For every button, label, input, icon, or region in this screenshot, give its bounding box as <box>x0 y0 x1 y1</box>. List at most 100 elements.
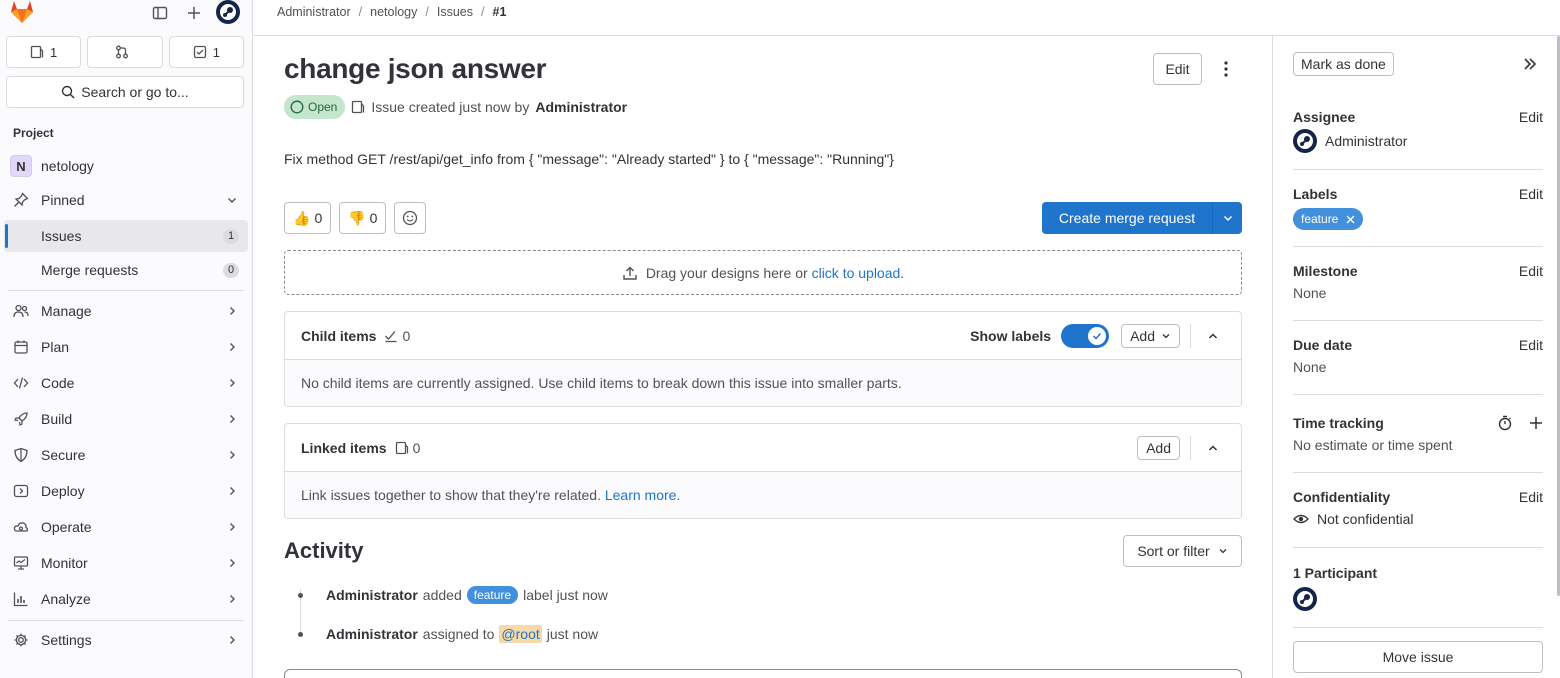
sidebar-item-label: Issues <box>41 228 82 244</box>
sidebar-item-build[interactable]: Build <box>4 403 248 435</box>
upload-link[interactable]: click to upload <box>812 265 901 281</box>
close-icon[interactable] <box>1346 215 1355 224</box>
add-reaction-button[interactable] <box>394 202 427 234</box>
sidebar-item-manage[interactable]: Manage <box>4 295 248 327</box>
breadcrumb-item[interactable]: Issues <box>437 5 473 19</box>
child-items-count: 0 <box>384 328 410 344</box>
chart-icon <box>12 591 30 607</box>
sidebar-item-settings[interactable]: Settings <box>4 624 248 656</box>
sidebar-toggle-icon[interactable] <box>149 2 171 24</box>
issue-sidebar: Mark as done Assignee Edit Administrator … <box>1272 36 1560 678</box>
edit-milestone-button[interactable]: Edit <box>1519 263 1543 279</box>
divider <box>1293 320 1543 321</box>
code-icon <box>12 375 30 391</box>
plus-icon[interactable] <box>1529 416 1543 430</box>
assigned-issues-count: 1 <box>50 44 58 60</box>
sidebar-item-code[interactable]: Code <box>4 367 248 399</box>
comment-box[interactable] <box>284 669 1242 678</box>
sidebar-item-analyze[interactable]: Analyze <box>4 583 248 615</box>
sort-filter-label: Sort or filter <box>1137 543 1210 559</box>
issue-status-line: Open Issue created just now by Administr… <box>284 95 627 119</box>
chevron-down-icon <box>1161 331 1171 341</box>
sidebar-item-issues[interactable]: Issues 1 <box>4 220 248 252</box>
chevron-down-icon[interactable] <box>1212 202 1242 234</box>
sidebar-item-label: Operate <box>41 519 92 535</box>
edit-labels-button[interactable]: Edit <box>1519 186 1543 202</box>
move-issue-button[interactable]: Move issue <box>1293 641 1543 673</box>
participant-avatar[interactable] <box>1293 587 1317 611</box>
status-badge: Open <box>284 95 346 119</box>
thumbs-down-button[interactable]: 👎 0 <box>339 202 387 234</box>
activity-event: Administrator assigned to @root just now <box>326 625 598 643</box>
search-button[interactable]: Search or go to... <box>6 76 244 108</box>
author-link[interactable]: Administrator <box>535 99 627 115</box>
edit-button[interactable]: Edit <box>1153 53 1202 85</box>
milestone-value: None <box>1293 285 1327 301</box>
merge-requests-button[interactable] <box>87 36 163 68</box>
sidebar-item-monitor[interactable]: Monitor <box>4 547 248 579</box>
sidebar-item-label: Settings <box>41 632 92 648</box>
due-date-title: Due date <box>1293 337 1353 353</box>
chevron-up-icon[interactable] <box>1201 436 1225 460</box>
create-merge-request-group: Create merge request <box>1042 202 1242 234</box>
confidentiality-section: Confidentiality Edit Not confidential <box>1293 489 1543 527</box>
open-status-icon <box>290 100 304 114</box>
top-bar: Administrator / netology / Issues / #1 <box>254 0 1560 36</box>
breadcrumb-current[interactable]: #1 <box>493 5 507 19</box>
thumbs-up-button[interactable]: 👍 0 <box>284 202 332 234</box>
created-text: Issue created just now by <box>371 99 530 115</box>
show-labels-toggle[interactable] <box>1061 323 1110 348</box>
design-dropzone[interactable]: Drag your designs here or click to uploa… <box>284 250 1242 295</box>
deploy-icon <box>12 483 30 499</box>
assignee-title: Assignee <box>1293 109 1356 125</box>
user-avatar[interactable] <box>216 0 240 24</box>
assignee-name[interactable]: Administrator <box>1325 133 1407 149</box>
sidebar-item-secure[interactable]: Secure <box>4 439 248 471</box>
chevron-right-icon <box>226 413 238 425</box>
assignee-avatar[interactable] <box>1293 129 1317 153</box>
create-new-icon[interactable] <box>183 2 205 24</box>
pinned-label: Pinned <box>41 192 85 208</box>
edit-confidentiality-button[interactable]: Edit <box>1519 489 1543 505</box>
sidebar-item-merge-requests[interactable]: Merge requests 0 <box>4 254 248 286</box>
breadcrumb-item[interactable]: Administrator <box>277 5 351 19</box>
stopwatch-icon[interactable] <box>1497 415 1513 431</box>
add-child-button[interactable]: Add <box>1121 323 1180 348</box>
mark-as-done-button[interactable]: Mark as done <box>1293 52 1394 76</box>
learn-more-link[interactable]: Learn more. <box>605 487 680 503</box>
sidebar-item-project[interactable]: N netology <box>4 150 248 182</box>
more-actions-icon[interactable] <box>1212 53 1240 85</box>
sidebar-item-deploy[interactable]: Deploy <box>4 475 248 507</box>
label-pill[interactable]: feature <box>1293 208 1364 230</box>
create-merge-request-button[interactable]: Create merge request <box>1042 202 1212 234</box>
assigned-issues-button[interactable]: 1 <box>6 36 82 68</box>
event-author[interactable]: Administrator <box>326 587 418 603</box>
collapse-sidebar-icon[interactable] <box>1520 54 1540 74</box>
sidebar-item-operate[interactable]: Operate <box>4 511 248 543</box>
breadcrumb-item[interactable]: netology <box>370 5 417 19</box>
gitlab-logo-icon[interactable] <box>8 0 36 24</box>
sidebar-item-plan[interactable]: Plan <box>4 331 248 363</box>
sort-filter-button[interactable]: Sort or filter <box>1123 535 1242 567</box>
assignee-section: Assignee Edit Administrator <box>1293 109 1543 153</box>
label-pill[interactable]: feature <box>466 586 519 604</box>
left-sidebar: 1 1 Search or go to... Project N netolog… <box>0 0 253 678</box>
chevron-up-icon[interactable] <box>1201 324 1225 348</box>
edit-assignee-button[interactable]: Edit <box>1519 109 1543 125</box>
sidebar-item-pinned[interactable]: Pinned <box>4 184 248 216</box>
event-author[interactable]: Administrator <box>326 626 418 642</box>
time-tracking-title: Time tracking <box>1293 415 1384 431</box>
monitor-icon <box>12 555 30 571</box>
linked-items-empty-text: Link issues together to show that they'r… <box>301 487 601 503</box>
chevron-down-icon <box>1218 546 1228 556</box>
chevron-right-icon <box>226 377 238 389</box>
add-linked-button[interactable]: Add <box>1137 435 1180 460</box>
sidebar-item-label: Deploy <box>41 483 85 499</box>
user-mention[interactable]: @root <box>499 625 542 643</box>
timeline-dot <box>298 632 303 637</box>
todos-button[interactable]: 1 <box>168 36 244 68</box>
edit-due-date-button[interactable]: Edit <box>1519 337 1543 353</box>
labels-section: Labels Edit feature <box>1293 186 1543 230</box>
participants-title: 1 Participant <box>1293 565 1378 581</box>
show-labels-label: Show labels <box>970 327 1052 344</box>
